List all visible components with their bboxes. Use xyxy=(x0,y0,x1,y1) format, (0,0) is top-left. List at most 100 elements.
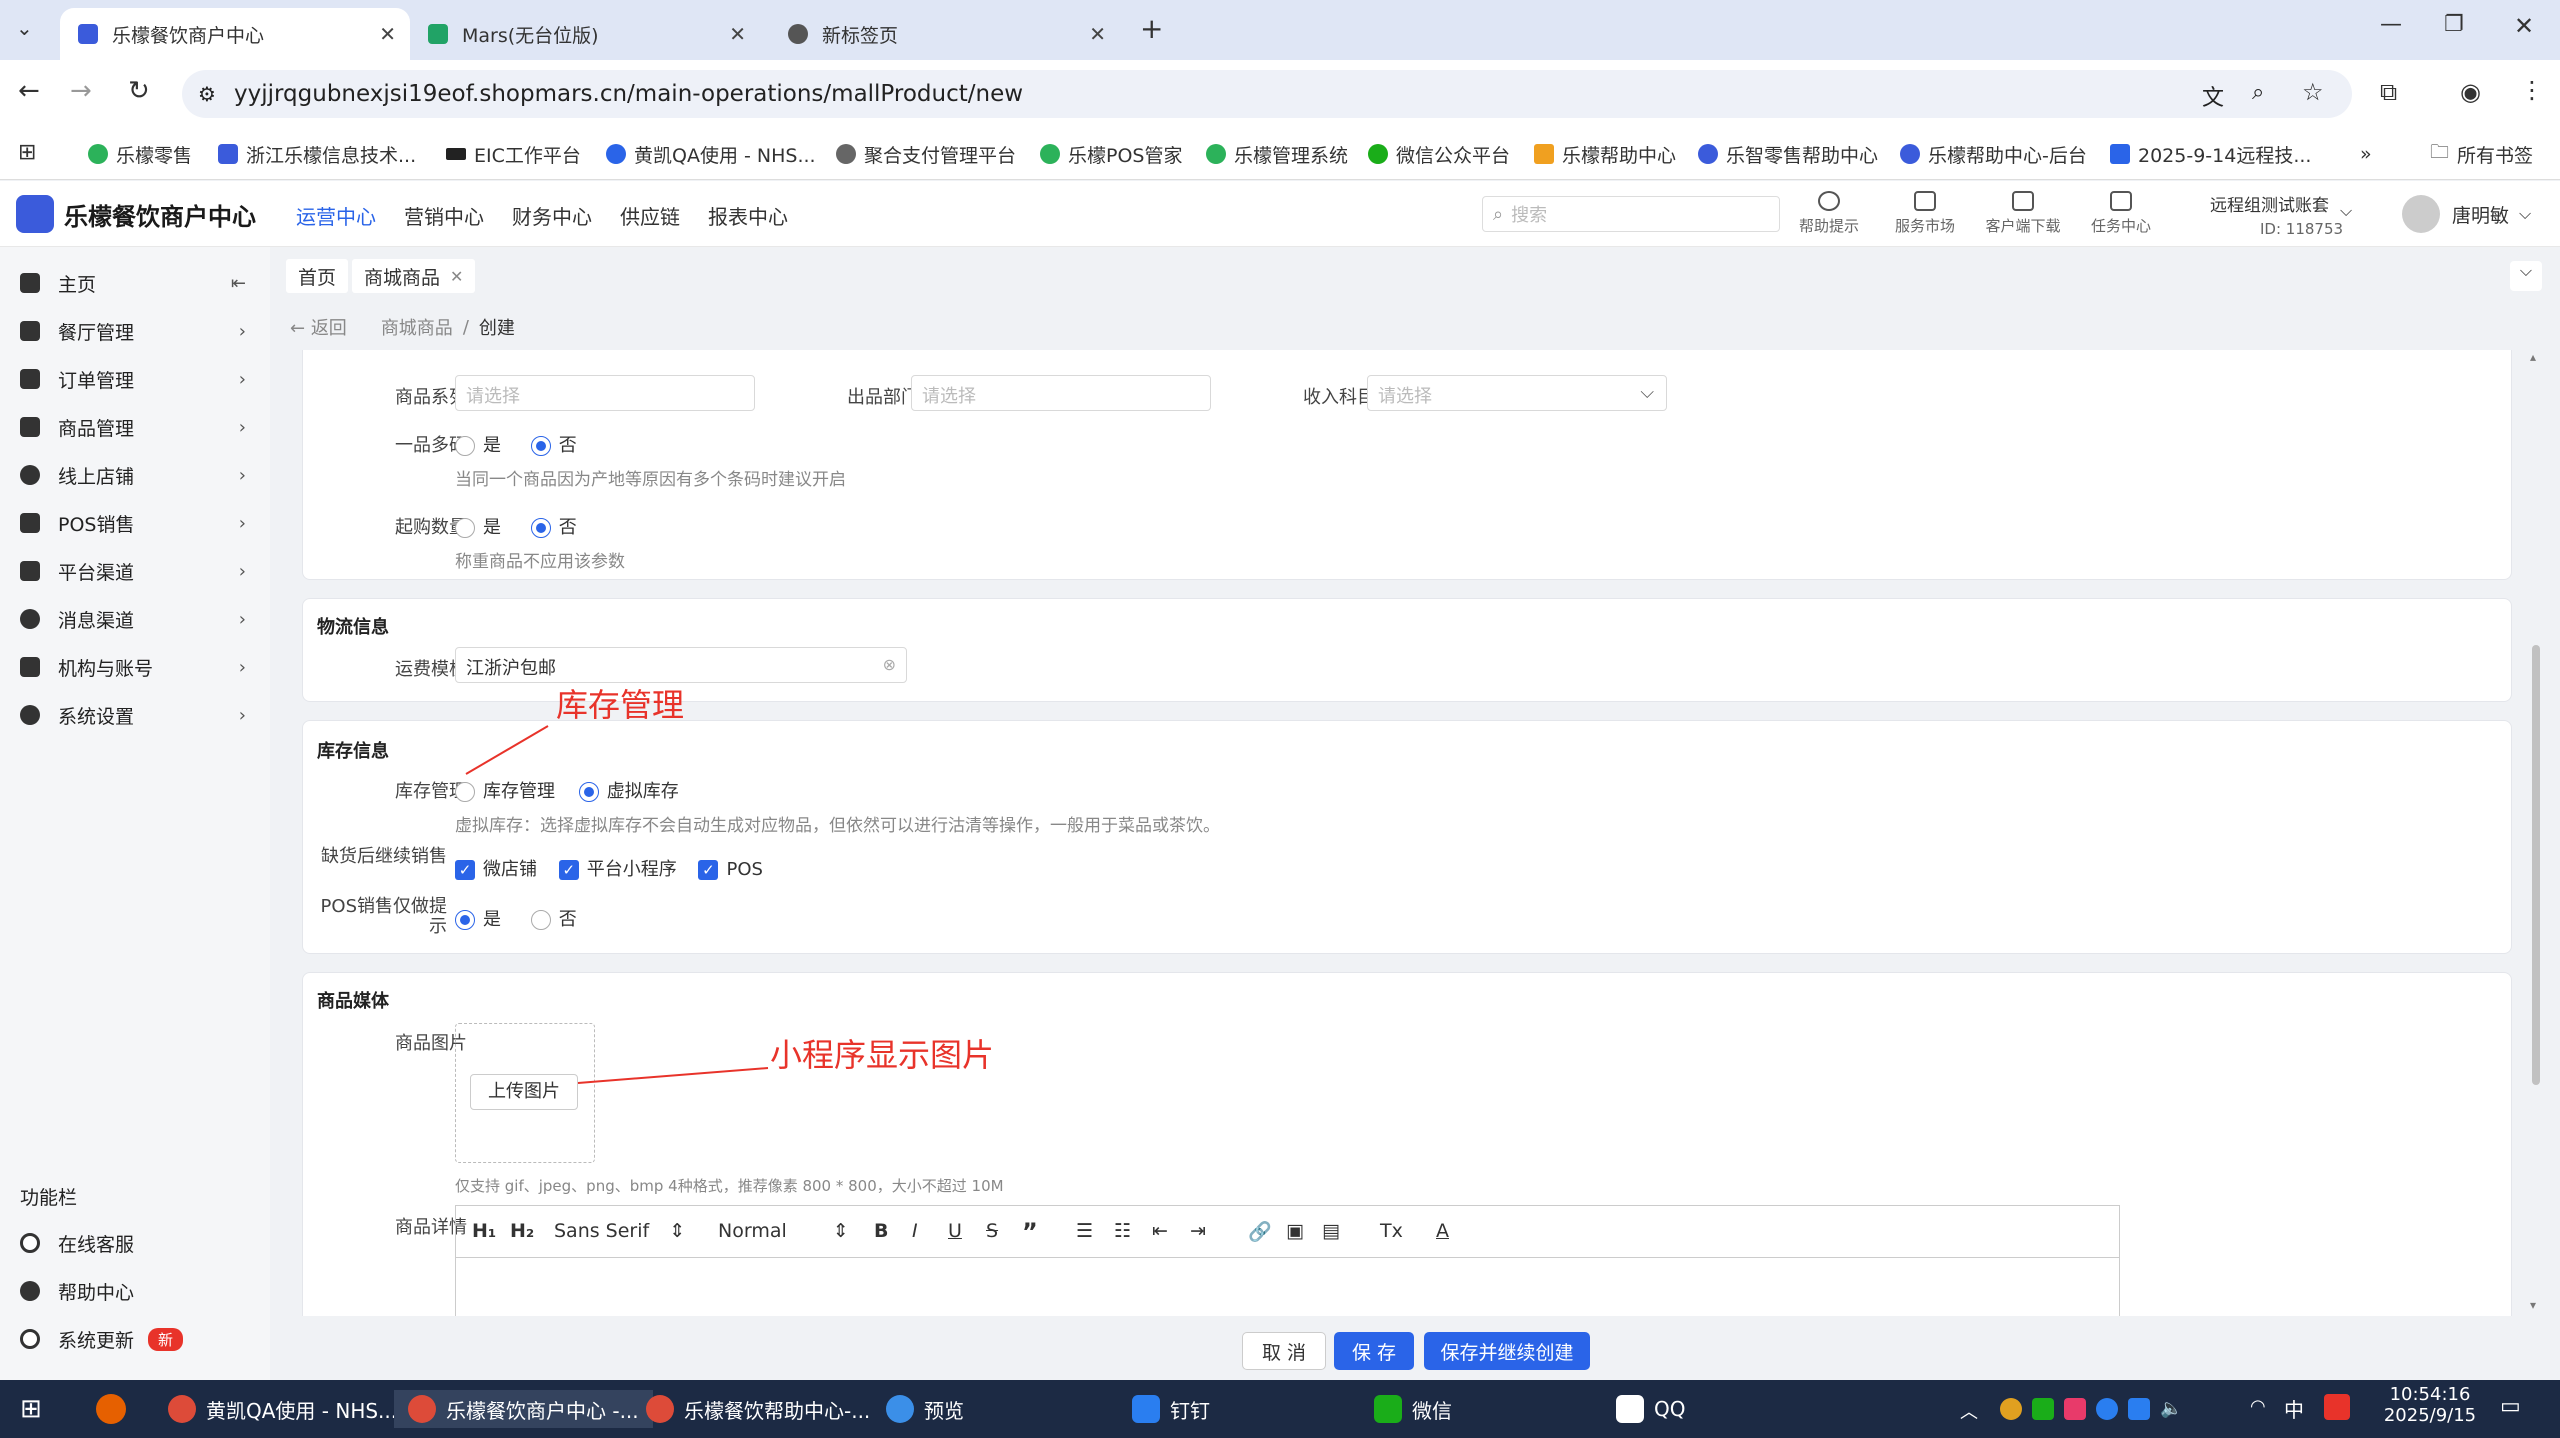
tray-wechat-icon[interactable] xyxy=(2032,1398,2054,1420)
new-tab-icon[interactable]: + xyxy=(1140,12,1163,45)
scrollbar[interactable]: ▴ ▾ xyxy=(2528,350,2542,1316)
ime-indicator[interactable]: 中 xyxy=(2284,1394,2304,1423)
forward-icon[interactable]: → xyxy=(70,76,92,106)
menu-icon[interactable]: ⋮ xyxy=(2520,76,2544,104)
help-center[interactable]: 帮助中心 xyxy=(0,1267,270,1315)
scroll-up-icon[interactable]: ▴ xyxy=(2530,350,2536,364)
browser-tab[interactable]: Mars(无台位版) ✕ xyxy=(410,8,760,60)
taskbar-item[interactable]: 黄凯QA使用 - NHS... xyxy=(168,1390,397,1428)
tray-icon[interactable] xyxy=(2064,1398,2086,1420)
taskbar-item-active[interactable]: 乐檬餐饮商户中心 -... xyxy=(394,1390,653,1428)
app-logo[interactable]: 乐檬餐饮商户中心 xyxy=(16,195,256,233)
taskbar-item[interactable]: 微信 xyxy=(1374,1390,1452,1428)
browser-tab-active[interactable]: 乐檬餐饮商户中心 ✕ xyxy=(60,8,410,60)
chevron-down-icon[interactable]: ⌵ xyxy=(2340,201,2352,221)
tray-icon[interactable] xyxy=(2000,1398,2022,1420)
scroll-down-icon[interactable]: ▾ xyxy=(2530,1298,2536,1312)
nav-marketing[interactable]: 营销中心 xyxy=(404,201,484,230)
taskbar-item[interactable]: 钉钉 xyxy=(1132,1390,1210,1428)
bookmark[interactable]: 浙江乐檬信息技术... xyxy=(218,138,416,170)
tab-search-icon[interactable]: ⌄ xyxy=(16,16,33,40)
sidebar-item-platforms[interactable]: 平台渠道 › xyxy=(0,547,270,595)
translate-icon[interactable]: 文 xyxy=(2202,80,2224,112)
nav-operations[interactable]: 运营中心 xyxy=(296,201,376,230)
sidebar-item-restaurant[interactable]: 餐厅管理 › xyxy=(0,307,270,355)
sidebar-item-messages[interactable]: 消息渠道 › xyxy=(0,595,270,643)
bookmark[interactable]: EIC工作平台 xyxy=(446,138,581,170)
sidebar-item-products[interactable]: 商品管理 › xyxy=(0,403,270,451)
sidebar-item-settings[interactable]: 系统设置 › xyxy=(0,691,270,739)
restore-icon[interactable]: ❐ xyxy=(2444,12,2464,37)
bookmark[interactable]: 乐檬帮助中心-后台 xyxy=(1900,138,2087,170)
close-icon[interactable]: ✕ xyxy=(1089,22,1106,46)
bookmark[interactable]: 乐檬POS管家 xyxy=(1040,138,1182,170)
reload-icon[interactable]: ↻ xyxy=(128,76,150,106)
wifi-icon[interactable]: ◠ xyxy=(2250,1396,2266,1417)
tab-title: 乐檬餐饮商户中心 xyxy=(112,24,265,47)
help-tips[interactable]: 帮助提示 xyxy=(1784,191,1874,236)
system-update[interactable]: 系统更新新 xyxy=(0,1315,270,1363)
sidebar-item-org-accounts[interactable]: 机构与账号 › xyxy=(0,643,270,691)
nav-reports[interactable]: 报表中心 xyxy=(708,201,788,230)
scrollbar-thumb[interactable] xyxy=(2532,645,2540,1085)
bookmark-star-icon[interactable]: ☆ xyxy=(2302,78,2324,106)
page-tab-home[interactable]: 首页 xyxy=(286,259,349,293)
taskbar-item[interactable]: 乐檬餐饮帮助中心-... xyxy=(646,1390,870,1428)
page-tab-mall-products[interactable]: 商城商品 ✕ xyxy=(352,259,476,293)
save-button[interactable]: 保 存 xyxy=(1334,1332,1414,1370)
back-icon[interactable]: ← xyxy=(18,76,40,106)
zoom-icon[interactable]: ⌕ xyxy=(2252,80,2264,105)
online-service[interactable]: 在线客服 xyxy=(0,1219,270,1267)
bookmark[interactable]: 聚合支付管理平台 xyxy=(836,138,1016,170)
bookmark[interactable]: 乐檬帮助中心 xyxy=(1534,138,1676,170)
windows-start-icon[interactable]: ⊞ xyxy=(20,1394,42,1424)
taskbar-item[interactable]: 预览 xyxy=(886,1390,964,1428)
apps-icon[interactable]: ⊞ xyxy=(18,140,36,165)
save-and-continue-button[interactable]: 保存并继续创建 xyxy=(1424,1332,1590,1370)
profile-icon[interactable]: ◉ xyxy=(2460,78,2481,106)
bookmark[interactable]: 乐檬管理系统 xyxy=(1206,138,1348,170)
tabs-dropdown-icon[interactable]: ⌵ xyxy=(2510,261,2542,291)
extensions-icon[interactable]: ⧉ xyxy=(2380,78,2397,106)
user-menu[interactable]: 唐明敏 ⌵ xyxy=(2402,195,2531,233)
header-search[interactable]: ⌕ 搜索 xyxy=(1482,196,1780,232)
all-bookmarks[interactable]: 🗀 所有书签 xyxy=(2430,138,2533,170)
bookmarks-overflow[interactable]: » xyxy=(2360,138,2372,170)
sogou-icon[interactable] xyxy=(2324,1394,2350,1420)
nav-finance[interactable]: 财务中心 xyxy=(512,201,592,230)
tray-dingtalk-icon[interactable] xyxy=(2128,1398,2150,1420)
service-market[interactable]: 服务市场 xyxy=(1880,191,1970,236)
bookmark[interactable]: 乐檬零售 xyxy=(88,138,192,170)
sidebar-item-pos[interactable]: POS销售 › xyxy=(0,499,270,547)
close-icon[interactable]: ✕ xyxy=(729,22,746,46)
task-center[interactable]: 任务中心 xyxy=(2076,191,2166,236)
taskbar-item[interactable]: QQ xyxy=(1616,1390,1685,1428)
breadcrumb-item[interactable]: 商城商品 xyxy=(381,314,453,340)
sidebar-item-online-store[interactable]: 线上店铺 › xyxy=(0,451,270,499)
sidebar-item-home[interactable]: 主页 ⇤ xyxy=(0,259,270,307)
tray-icon[interactable] xyxy=(2096,1398,2118,1420)
bookmark[interactable]: 黄凯QA使用 - NHS... xyxy=(606,138,816,170)
nav-supply-chain[interactable]: 供应链 xyxy=(620,201,680,230)
site-info-icon[interactable]: ⚙ xyxy=(198,82,216,106)
window-close-icon[interactable]: ✕ xyxy=(2514,12,2534,40)
volume-icon[interactable]: 🔈 xyxy=(2160,1398,2182,1420)
back-link[interactable]: ← 返回 xyxy=(290,314,347,340)
bookmark[interactable]: 微信公众平台 xyxy=(1368,138,1510,170)
close-icon[interactable]: ✕ xyxy=(450,267,463,286)
collapse-sidebar-icon[interactable]: ⇤ xyxy=(231,273,246,294)
sidebar-item-orders[interactable]: 订单管理 › xyxy=(0,355,270,403)
bookmark[interactable]: 2025-9-14远程技... xyxy=(2110,138,2311,170)
clock[interactable]: 10:54:16 2025/9/15 xyxy=(2370,1384,2490,1426)
account-selector[interactable]: 远程组测试账套 ID: 118753 xyxy=(2210,191,2343,238)
tray-expand-icon[interactable]: ︿ xyxy=(1960,1398,1978,1424)
client-download[interactable]: 客户端下载 xyxy=(1978,191,2068,236)
minimize-icon[interactable]: — xyxy=(2380,12,2402,37)
notification-icon[interactable]: ▭ xyxy=(2500,1394,2521,1419)
firefox-icon[interactable] xyxy=(96,1394,126,1424)
bookmark[interactable]: 乐智零售帮助中心 xyxy=(1698,138,1878,170)
cancel-button[interactable]: 取 消 xyxy=(1242,1332,1326,1370)
browser-tab[interactable]: 新标签页 ✕ xyxy=(770,8,1120,60)
url-field[interactable]: ⚙ yyjjrqgubnexjsi19eof.shopmars.cn/main-… xyxy=(182,70,2352,118)
close-icon[interactable]: ✕ xyxy=(379,22,396,46)
